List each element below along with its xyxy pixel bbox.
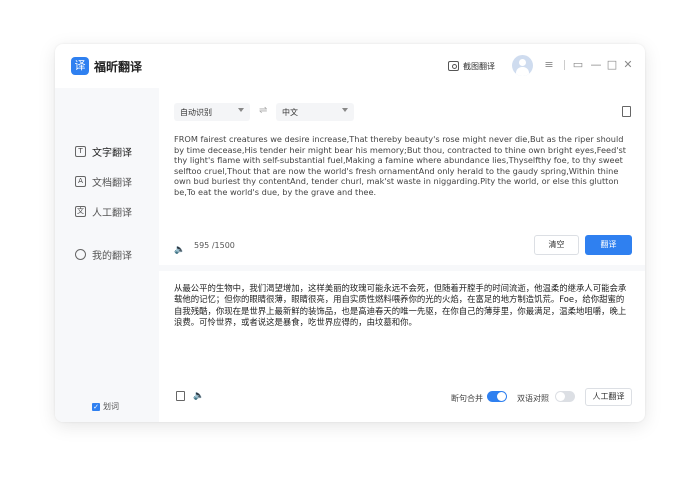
human-translate-button[interactable]: 人工翻译 [585,388,632,406]
bilingual-label: 双语对照 [517,394,549,403]
mini-mode-icon[interactable]: ▭ [571,58,585,72]
avatar[interactable] [512,55,533,76]
screenshot-translate-label: 截图翻译 [463,61,495,71]
toggle-knob [497,392,506,401]
hotword-label: 划词 [103,402,119,411]
translate-button[interactable]: 翻译 [585,235,632,255]
menu-icon[interactable]: ≡ [542,58,556,72]
copy-result-icon[interactable] [176,391,185,401]
source-language-select[interactable]: 自动识别 [174,103,250,121]
close-icon[interactable]: ✕ [621,58,635,72]
human-translate-icon: 文 [75,205,86,217]
bilingual-toggle[interactable] [555,391,575,402]
target-text-output: 从最公平的生物中，我们渴望增加，这样美丽的玫瑰可能永远不会死，但随着开膛手的时间… [174,283,627,327]
camera-icon [448,61,459,71]
source-text-input[interactable]: FROM fairest creatures we desire increas… [174,134,632,198]
maximize-icon[interactable]: □ [605,58,619,72]
toggle-knob [556,392,565,401]
sidebar-item-text-translate[interactable]: T 文字翻译 [75,143,132,159]
hotword-checkbox[interactable]: ✓ 划词 [92,401,119,412]
source-language-value: 自动识别 [180,107,212,117]
chevron-down-icon [342,108,348,112]
sidebar-item-label: 人工翻译 [92,207,132,219]
sidebar-item-label: 文字翻译 [92,147,132,159]
speaker-icon[interactable]: 🔈 [174,245,185,255]
sidebar-item-label: 我的翻译 [92,250,132,262]
sidebar-item-document-translate[interactable]: A 文档翻译 [75,173,132,189]
minimize-icon[interactable]: — [589,58,603,72]
target-language-value: 中文 [282,107,298,117]
titlebar: 译 福昕翻译 截图翻译 ≡ ▭ — □ ✕ [55,44,645,88]
copy-icon[interactable] [622,106,631,117]
app-title: 福昕翻译 [94,60,143,74]
clear-button[interactable]: 清空 [534,235,579,255]
sidebar: T 文字翻译 A 文档翻译 文 人工翻译 我的翻译 [55,88,159,422]
chevron-down-icon [238,108,244,112]
checkbox-checked-icon: ✓ [92,402,100,411]
speaker-icon[interactable]: 🔈 [193,391,204,401]
sidebar-item-my-translations[interactable]: 我的翻译 [75,246,132,262]
panel-divider [159,265,645,271]
merge-label: 断句合并 [451,394,483,403]
char-count: 595 /1500 [194,241,235,250]
sidebar-item-human-translate[interactable]: 文 人工翻译 [75,203,132,219]
swap-language-icon[interactable]: ⇌ [259,105,267,116]
sidebar-item-label: 文档翻译 [92,177,132,189]
merge-toggle[interactable] [487,391,507,402]
target-language-select[interactable]: 中文 [276,103,354,121]
app-logo-icon: 译 [71,57,89,75]
titlebar-divider [564,60,565,70]
document-icon: A [75,175,86,187]
app-window: 译 福昕翻译 截图翻译 ≡ ▭ — □ ✕ T 文字翻译 A 文档翻译 文 人工… [55,44,645,422]
screenshot-translate-button[interactable]: 截图翻译 [448,57,495,75]
person-icon [75,248,86,260]
text-icon: T [75,145,86,157]
